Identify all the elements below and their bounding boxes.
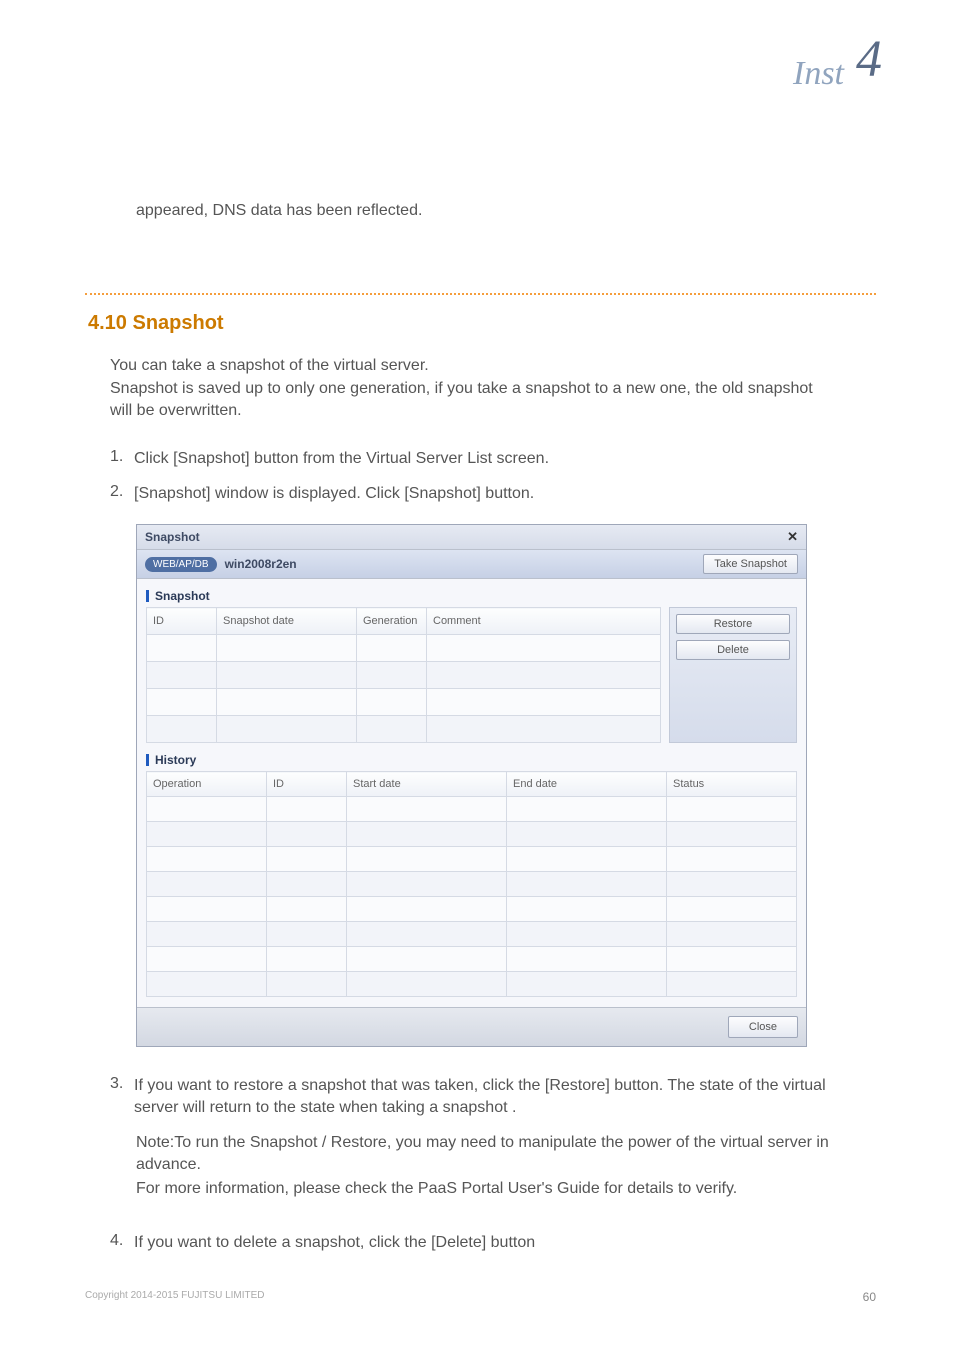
step-text: If you want to delete a snapshot, click … [134, 1232, 839, 1254]
table-row[interactable] [147, 635, 661, 662]
history-table: Operation ID Start date End date Status [146, 771, 797, 997]
step-2: 2. [Snapshot] window is displayed. Click… [110, 483, 839, 505]
description-2: Snapshot is saved up to only one generat… [110, 378, 839, 423]
note-1: Note:To run the Snapshot / Restore, you … [136, 1132, 839, 1177]
step-3: 3. If you want to restore a snapshot tha… [110, 1075, 839, 1120]
close-icon[interactable]: ✕ [787, 529, 798, 545]
copyright: Copyright 2014-2015 FUJITSU LIMITED [85, 1290, 265, 1301]
step-1: 1. Click [Snapshot] button from the Virt… [110, 448, 839, 470]
divider [85, 293, 876, 295]
snapshot-section-header: Snapshot [146, 589, 797, 603]
snapshot-actions-panel: Restore Delete [669, 607, 797, 743]
step-text: Click [Snapshot] button from the Virtual… [134, 448, 839, 470]
table-row[interactable] [147, 716, 661, 743]
take-snapshot-button[interactable]: Take Snapshot [703, 554, 798, 574]
table-row[interactable] [147, 872, 797, 897]
step-text: If you want to restore a snapshot that w… [134, 1075, 839, 1120]
delete-button[interactable]: Delete [676, 640, 790, 660]
table-row[interactable] [147, 689, 661, 716]
col-snapshot-date[interactable]: Snapshot date [217, 608, 357, 635]
table-row[interactable] [147, 972, 797, 997]
snapshot-dialog: Snapshot ✕ WEB/AP/DB win2008r2en Take Sn… [136, 524, 807, 1047]
role-pill: WEB/AP/DB [145, 557, 217, 572]
table-header-row: ID Snapshot date Generation Comment [147, 608, 661, 635]
table-row[interactable] [147, 797, 797, 822]
close-button[interactable]: Close [728, 1016, 798, 1038]
table-row[interactable] [147, 662, 661, 689]
table-row[interactable] [147, 847, 797, 872]
chapter-number: 4 [856, 30, 882, 89]
dialog-toolbar: WEB/AP/DB win2008r2en Take Snapshot [137, 550, 806, 579]
col-status[interactable]: Status [667, 772, 797, 797]
restore-button[interactable]: Restore [676, 614, 790, 634]
step-number: 4. [110, 1232, 134, 1250]
section-bar-icon [146, 590, 149, 602]
col-generation[interactable]: Generation [357, 608, 427, 635]
col-operation[interactable]: Operation [147, 772, 267, 797]
continuation-text: appeared, DNS data has been reflected. [136, 202, 422, 220]
col-start-date[interactable]: Start date [347, 772, 507, 797]
snapshot-section-title: Snapshot [155, 589, 210, 603]
dialog-footer: Close [137, 1007, 806, 1046]
description-1: You can take a snapshot of the virtual s… [110, 355, 839, 377]
snapshot-table: ID Snapshot date Generation Comment [146, 607, 661, 743]
dialog-title: Snapshot [145, 530, 200, 544]
step-text: [Snapshot] window is displayed. Click [S… [134, 483, 839, 505]
page-number: 60 [863, 1290, 876, 1304]
section-bar-icon [146, 754, 149, 766]
section-heading: 4.10 Snapshot [88, 312, 224, 335]
history-section-title: History [155, 753, 196, 767]
table-row[interactable] [147, 922, 797, 947]
table-header-row: Operation ID Start date End date Status [147, 772, 797, 797]
table-row[interactable] [147, 822, 797, 847]
table-row[interactable] [147, 947, 797, 972]
history-section-header: History [146, 753, 797, 767]
step-number: 2. [110, 483, 134, 501]
col-id[interactable]: ID [267, 772, 347, 797]
step-number: 1. [110, 448, 134, 466]
col-end-date[interactable]: End date [507, 772, 667, 797]
dialog-titlebar: Snapshot ✕ [137, 525, 806, 550]
server-name: win2008r2en [225, 557, 297, 571]
chapter-title: Inst [793, 55, 844, 93]
step-number: 3. [110, 1075, 134, 1093]
col-comment[interactable]: Comment [427, 608, 661, 635]
table-row[interactable] [147, 897, 797, 922]
note-2: For more information, please check the P… [136, 1178, 839, 1200]
step-4: 4. If you want to delete a snapshot, cli… [110, 1232, 839, 1254]
col-id[interactable]: ID [147, 608, 217, 635]
